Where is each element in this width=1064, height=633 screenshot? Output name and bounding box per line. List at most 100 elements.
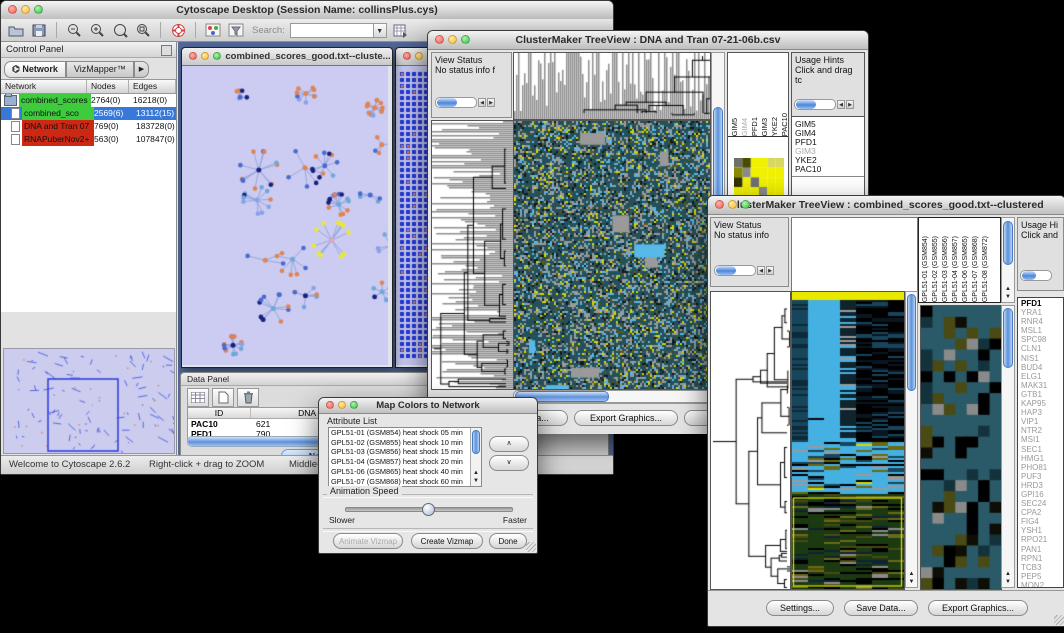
list-item[interactable]: NTR2 [1021, 426, 1063, 435]
scrollbar-thumb[interactable] [1003, 308, 1013, 368]
network-graph-canvas[interactable] [182, 66, 388, 365]
zoom-fit-button[interactable] [134, 22, 152, 39]
attribute-table-icon[interactable] [187, 388, 209, 407]
delete-trash-icon[interactable] [237, 388, 259, 407]
list-item[interactable]: PAN1 [1021, 545, 1063, 554]
list-item[interactable]: GPL51-03 (GSM856) heat shock 15 min [329, 447, 471, 457]
traffic-lights[interactable] [189, 52, 221, 60]
titlebar[interactable]: ClusterMaker TreeView : DNA and Tran 07-… [428, 31, 868, 50]
scroll-right-icon[interactable]: ▶ [766, 266, 774, 275]
minimize-icon[interactable] [338, 401, 346, 409]
list-item[interactable]: RNR4 [1021, 317, 1063, 326]
save-data-button[interactable]: Save Data... [844, 600, 918, 616]
scroll-down-icon[interactable]: ▼ [906, 579, 917, 586]
scroll-down-icon[interactable]: ▼ [1002, 579, 1014, 586]
search-input[interactable] [290, 23, 374, 38]
row-dendrogram[interactable] [710, 291, 791, 590]
row-dendrogram[interactable] [431, 120, 514, 390]
list-item[interactable]: ELG1 [1021, 372, 1063, 381]
list-item[interactable]: GPL51-04 (GSM857) heat shock 20 min [329, 457, 471, 467]
scroll-left-icon[interactable]: ◀ [837, 100, 845, 109]
list-item[interactable]: SEC1 [1021, 445, 1063, 454]
close-icon[interactable] [8, 5, 17, 14]
help-lifering-icon[interactable] [169, 22, 187, 39]
column-label[interactable]: GPL51-04 (GSM857) [951, 236, 961, 302]
column-label[interactable]: YKE2 [770, 117, 780, 136]
traffic-lights[interactable] [435, 35, 470, 44]
titlebar[interactable]: Cytoscape Desktop (Session Name: collins… [1, 1, 613, 20]
scroll-down-icon[interactable]: ▼ [1002, 294, 1014, 301]
scroll-up-icon[interactable]: ▲ [1002, 571, 1014, 578]
zoom-window-icon[interactable] [350, 401, 358, 409]
list-item[interactable]: VIP1 [1021, 417, 1063, 426]
scrollbar-thumb[interactable] [907, 294, 916, 391]
list-item[interactable]: CPA2 [1021, 508, 1063, 517]
list-item[interactable]: YRA1 [1021, 308, 1063, 317]
traffic-lights[interactable] [326, 401, 358, 409]
filter-button[interactable] [227, 22, 245, 39]
list-item[interactable]: PUF3 [1021, 472, 1063, 481]
titlebar[interactable]: Map Colors to Network [319, 398, 537, 414]
zoom-out-button[interactable] [65, 22, 83, 39]
zoom-window-icon[interactable] [34, 5, 43, 14]
zoom-selected-button[interactable] [111, 22, 129, 39]
column-labels[interactable]: GIM5GIM4PFD1GIM3YKE2PAC10 [728, 53, 788, 137]
column-label[interactable]: GPL51-03 (GSM856) [941, 236, 951, 302]
titlebar[interactable]: combined_scores_good.txt--cluste... [182, 48, 392, 66]
list-item[interactable]: MSL1 [1021, 326, 1063, 335]
list-item[interactable]: MAK31 [1021, 381, 1063, 390]
slider-thumb[interactable] [422, 503, 435, 516]
list-item[interactable]: HAP3 [1021, 408, 1063, 417]
list-item[interactable]: TCB3 [1021, 563, 1063, 572]
import-table-button[interactable] [392, 22, 410, 39]
hints-scrollbar[interactable]: ◀▶ [794, 99, 854, 110]
minimize-icon[interactable] [21, 5, 30, 14]
minimize-icon[interactable] [448, 35, 457, 44]
zoom-window-icon[interactable] [213, 52, 221, 60]
vizmap-nodes-button[interactable] [204, 22, 222, 39]
heatmap-global-view[interactable] [513, 120, 711, 390]
list-item[interactable]: PFD1 [1021, 299, 1063, 308]
list-item[interactable]: BUD4 [1021, 363, 1063, 372]
close-icon[interactable] [326, 401, 334, 409]
table-row[interactable]: combined_scores2764(0)16218(0) [1, 94, 176, 107]
column-label[interactable]: GPL51-01 (GSM854) [921, 236, 931, 302]
resize-grip[interactable] [1054, 615, 1064, 625]
save-button[interactable] [30, 22, 48, 39]
column-label[interactable]: GIM4 [740, 118, 750, 136]
list-item[interactable]: RPO21 [1021, 535, 1063, 544]
list-item[interactable]: FIG4 [1021, 517, 1063, 526]
hints-scrollbar[interactable] [1020, 270, 1052, 281]
list-item[interactable]: PAC10 [795, 165, 864, 174]
traffic-lights[interactable] [715, 200, 750, 209]
status-scrollbar[interactable]: ◀▶ [714, 265, 774, 276]
horizontal-scrollbar[interactable] [513, 390, 711, 403]
network-name[interactable]: combined_sco [22, 107, 94, 120]
list-item[interactable]: GPL51-01 (GSM854) heat shock 05 min [329, 428, 471, 438]
zoom-in-button[interactable] [88, 22, 106, 39]
animate-vizmap-button[interactable]: Animate Vizmap [333, 533, 403, 549]
heatmap-zoom-view[interactable] [920, 305, 1002, 590]
chevron-down-icon[interactable]: ▼ [374, 23, 387, 38]
list-item[interactable]: NIS1 [1021, 354, 1063, 363]
column-labels[interactable]: GPL51-01 (GSM854)GPL51-02 (GSM855)GPL51-… [918, 217, 1001, 303]
close-icon[interactable] [403, 52, 411, 60]
scroll-right-icon[interactable]: ▶ [487, 98, 495, 107]
list-item[interactable]: SPC98 [1021, 335, 1063, 344]
list-item[interactable]: RPN1 [1021, 554, 1063, 563]
scrollbar-thumb[interactable] [1003, 221, 1013, 265]
genes-scrollbar[interactable]: ▲ ▼ [1001, 305, 1015, 588]
column-label[interactable]: PAC10 [780, 113, 788, 136]
scroll-up-icon[interactable]: ▲ [906, 571, 917, 578]
minimize-icon[interactable] [728, 200, 737, 209]
list-item[interactable]: CLN1 [1021, 344, 1063, 353]
minimize-icon[interactable] [201, 52, 209, 60]
list-item[interactable]: HMG1 [1021, 454, 1063, 463]
tabs-overflow-icon[interactable]: ▶ [134, 61, 149, 78]
resize-grip[interactable] [526, 542, 536, 552]
network-table-header[interactable]: Network Nodes Edges [1, 79, 176, 94]
list-item[interactable]: GTB1 [1021, 390, 1063, 399]
list-item[interactable]: SEC24 [1021, 499, 1063, 508]
network-name[interactable]: DNA and Tran 07 [22, 120, 94, 133]
float-panel-icon[interactable] [161, 45, 172, 56]
